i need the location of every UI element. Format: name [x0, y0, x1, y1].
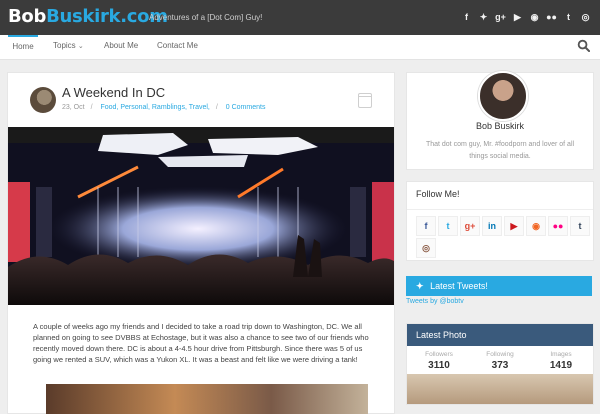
search-icon[interactable] — [577, 39, 590, 52]
chevron-down-icon: ⌄ — [77, 43, 84, 50]
category-link[interactable]: Food, — [100, 104, 118, 111]
linkedin-icon[interactable]: in — [482, 216, 502, 236]
flickr-icon[interactable]: ●● — [548, 216, 568, 236]
rss-icon[interactable]: ◉ — [526, 11, 543, 24]
google-plus-icon[interactable]: g+ — [460, 216, 480, 236]
post-date: 23, Oct — [62, 104, 85, 111]
instagram-icon[interactable]: ◎ — [577, 11, 594, 24]
twitter-icon: ✦ — [416, 281, 424, 291]
category-link[interactable]: Ramblings, — [152, 104, 187, 111]
profile-avatar[interactable] — [478, 71, 528, 121]
header-social-icons: f ✦ g+ ▶ ◉ ●● t ◎ — [458, 11, 594, 24]
top-bar: BobBuskirk.com Adventures of a [Dot Com]… — [0, 0, 600, 35]
follow-title: Follow Me! — [416, 189, 460, 199]
youtube-icon[interactable]: ▶ — [504, 216, 524, 236]
site-logo[interactable]: BobBuskirk.com — [8, 6, 168, 27]
latest-photo-widget: Latest Photo Followers 3110 Following 37… — [406, 323, 594, 405]
profile-bio: That dot com guy, Mr. #foodporn and love… — [425, 141, 575, 160]
youtube-icon[interactable]: ▶ — [509, 11, 526, 24]
twitter-icon[interactable]: t — [438, 216, 458, 236]
post-inline-image[interactable] — [46, 384, 368, 414]
facebook-icon[interactable]: f — [458, 11, 475, 24]
nav-about-me[interactable]: About Me — [104, 35, 138, 59]
author-avatar[interactable] — [30, 87, 56, 113]
images-stat: Images 1419 — [549, 351, 573, 371]
category-link[interactable]: Personal, — [120, 104, 150, 111]
main-nav: Home Topics ⌄ About Me Contact Me — [0, 35, 600, 60]
nav-topics[interactable]: Topics ⌄ — [53, 35, 84, 59]
nav-contact-me[interactable]: Contact Me — [157, 35, 198, 59]
tweets-link[interactable]: Tweets by @bobtv — [406, 298, 464, 305]
post-card: A Weekend In DC 23, Oct / Food, Personal,… — [7, 72, 395, 414]
rss-icon[interactable]: ◉ — [526, 216, 546, 236]
post-title[interactable]: A Weekend In DC — [62, 85, 165, 100]
google-plus-icon[interactable]: g+ — [492, 11, 509, 24]
nav-home[interactable]: Home — [8, 35, 38, 61]
calendar-icon — [358, 93, 372, 108]
category-link[interactable]: Travel, — [189, 104, 210, 111]
followers-stat: Followers 3110 — [425, 351, 453, 371]
site-tagline: Adventures of a [Dot Com] Guy! — [149, 13, 263, 22]
profile-name: Bob Buskirk — [475, 121, 525, 131]
post-featured-image[interactable] — [8, 127, 394, 305]
profile-widget: Bob Buskirk That dot com guy, Mr. #foodp… — [406, 71, 594, 170]
instagram-icon[interactable]: ◎ — [416, 238, 436, 258]
latest-photo-title: Latest Photo — [407, 324, 593, 346]
facebook-icon[interactable]: f — [416, 216, 436, 236]
follow-widget: Follow Me! f t g+ in ▶ ◉ ●● t ◎ — [406, 181, 594, 261]
comments-link[interactable]: 0 Comments — [226, 104, 266, 111]
follow-divider — [407, 209, 593, 210]
tumblr-icon[interactable]: t — [570, 216, 590, 236]
flickr-icon[interactable]: ●● — [543, 11, 560, 24]
post-body: A couple of weeks ago my friends and I d… — [33, 322, 369, 364]
tweets-header: ✦ Latest Tweets! — [406, 276, 592, 296]
post-meta: 23, Oct / Food, Personal, Ramblings, Trav… — [62, 104, 266, 111]
following-stat: Following 373 — [486, 351, 514, 371]
tumblr-icon[interactable]: t — [560, 11, 577, 24]
twitter-icon[interactable]: ✦ — [475, 11, 492, 24]
